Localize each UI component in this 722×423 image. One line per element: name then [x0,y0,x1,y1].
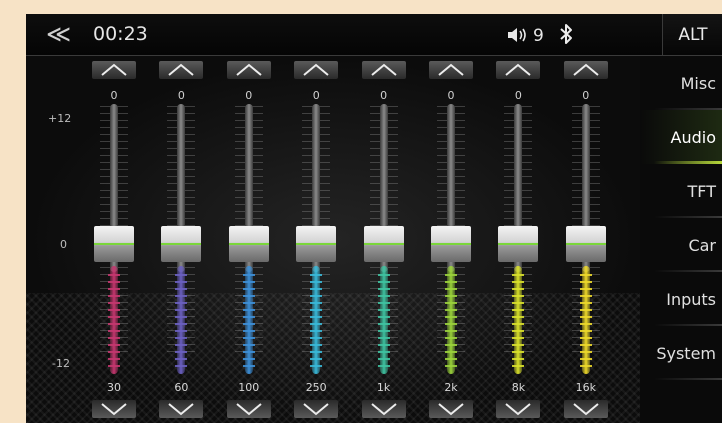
gain-value: 0 [380,89,388,102]
chevron-down-icon[interactable] [429,400,473,418]
slider-level-marks [579,274,592,372]
alt-button[interactable]: ALT [662,14,722,55]
scale-label-min: -12 [52,357,70,370]
slider-level-marks [310,274,323,372]
slider-knob[interactable] [94,226,134,262]
clock: 00:23 [93,23,148,45]
gain-value: 0 [177,89,185,102]
gain-value: 0 [110,89,118,102]
chevron-up-icon[interactable] [159,61,204,79]
gain-value: 0 [582,89,590,102]
status-bar: ≪ 00:23 9 ALT [26,14,722,56]
chevron-up-icon[interactable] [361,61,406,79]
menu-item-tft[interactable]: TFT [640,164,722,218]
frequency-label: 60 [174,381,189,394]
slider-level-marks [242,274,255,372]
eq-band-16k: 0 16k [563,56,608,423]
gain-value: 0 [447,89,455,102]
slider-level-marks [175,274,188,372]
slider-knob[interactable] [228,226,269,262]
speaker-icon [508,28,526,42]
slider-knob[interactable] [363,226,404,262]
eq-band-60: 0 60 [159,56,204,423]
chevron-up-icon[interactable] [92,61,136,79]
scale-label-zero: 0 [60,238,67,251]
gain-value: 0 [312,89,320,102]
gain-value: 0 [514,89,522,102]
slider-knob[interactable] [431,226,471,262]
chevron-down-icon[interactable] [92,400,136,418]
eq-band-1k: 0 1k [361,56,406,423]
eq-band-8k: 0 8k [496,56,541,423]
chevron-up-icon[interactable] [294,61,339,79]
chevron-down-icon[interactable] [159,400,204,418]
scale-label-max: +12 [48,112,72,125]
double-chevron-left-icon[interactable]: ≪ [46,20,71,48]
chevron-down-icon[interactable] [563,400,608,418]
chevron-down-icon[interactable] [294,400,339,418]
eq-band-100: 0 100 [226,56,271,423]
eq-band-250: 0 250 [294,56,339,423]
slider-level-marks [512,274,525,372]
menu-item-inputs[interactable]: Inputs [640,272,722,326]
slider-level-marks [445,274,457,372]
menu-item-car[interactable]: Car [640,218,722,272]
frequency-label: 8k [511,381,526,394]
gain-value: 0 [245,89,253,102]
head-unit-screen: ≪ 00:23 9 ALT +12 0 -12 Misc Audio TFT C… [26,14,722,423]
bluetooth-icon [560,24,572,44]
chevron-up-icon[interactable] [226,61,271,79]
slider-level-marks [377,274,390,372]
slider-knob[interactable] [498,226,539,262]
chevron-up-icon[interactable] [563,61,608,79]
chevron-down-icon[interactable] [496,400,541,418]
menu-item-system[interactable]: System [640,326,722,380]
chevron-up-icon[interactable] [496,61,541,79]
frequency-label: 250 [305,381,327,394]
chevron-up-icon[interactable] [429,61,473,79]
eq-band-30: 0 30 [92,56,136,423]
frequency-label: 100 [238,381,260,394]
menu-item-misc[interactable]: Misc [640,56,722,110]
slider-level-marks [108,274,120,372]
frequency-label: 2k [444,381,458,394]
eq-band-2k: 0 2k [429,56,473,423]
slider-knob[interactable] [161,226,202,262]
slider-knob[interactable] [296,226,337,262]
frequency-label: 30 [107,381,121,394]
frequency-label: 1k [376,381,391,394]
menu-item-audio[interactable]: Audio [640,110,722,164]
slider-knob[interactable] [565,226,606,262]
chevron-down-icon[interactable] [361,400,406,418]
volume-level: 9 [533,26,544,46]
frequency-label: 16k [575,381,596,394]
settings-menu: Misc Audio TFT Car Inputs System [640,56,722,423]
chevron-down-icon[interactable] [226,400,271,418]
